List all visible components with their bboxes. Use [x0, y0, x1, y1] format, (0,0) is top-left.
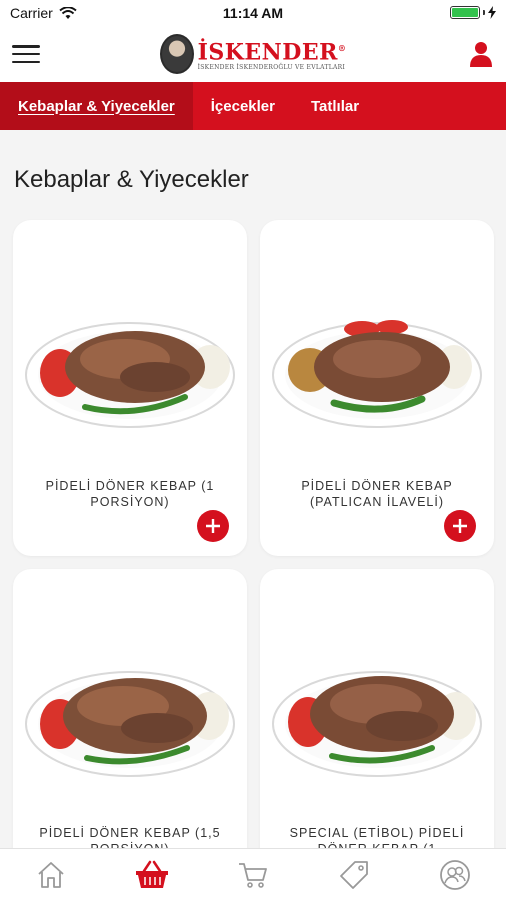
add-to-cart-button[interactable]: [197, 510, 229, 542]
battery-indicator: [450, 6, 496, 19]
product-name: PİDELİ DÖNER KEBAP (1 PORSİYON): [45, 479, 215, 509]
tag-icon: [340, 860, 369, 889]
menu-button[interactable]: [12, 43, 40, 65]
plus-icon: [453, 519, 467, 533]
add-to-cart-button[interactable]: [444, 510, 476, 542]
category-tabs: Kebaplar & Yiyecekler İçecekler Tatlılar: [0, 82, 506, 130]
nav-home[interactable]: [21, 855, 81, 895]
product-card[interactable]: PİDELİ DÖNER KEBAP (PATLICAN İLAVELİ): [260, 220, 494, 556]
wifi-icon: [59, 6, 77, 19]
app-header: İSKENDER® İSKENDER İSKENDEROĞLU VE EVLAT…: [0, 26, 506, 82]
basket-icon: [135, 860, 168, 888]
nav-cart[interactable]: [223, 855, 283, 895]
product-image: [272, 320, 482, 428]
brand-name: İSKENDER®: [197, 39, 347, 66]
product-image: [272, 671, 482, 777]
plus-icon: [206, 519, 220, 533]
founder-portrait: [159, 34, 194, 74]
tab-icecekler[interactable]: İçecekler: [193, 82, 293, 130]
charging-icon: [488, 6, 496, 19]
product-card[interactable]: PİDELİ DÖNER KEBAP (1 PORSİYON): [13, 220, 247, 556]
home-icon: [37, 861, 64, 888]
nav-support[interactable]: [425, 855, 485, 895]
product-name: PİDELİ DÖNER KEBAP (PATLICAN İLAVELİ): [301, 479, 453, 509]
product-image: [25, 322, 235, 428]
nav-basket[interactable]: [122, 855, 182, 895]
status-bar: Carrier 11:14 AM: [0, 0, 506, 26]
carrier-label: Carrier: [10, 5, 53, 21]
support-icon: [440, 859, 471, 890]
product-image: [25, 671, 235, 777]
brand-logo[interactable]: İSKENDER® İSKENDER İSKENDEROĞLU VE EVLAT…: [159, 34, 347, 74]
carrier-info: Carrier: [10, 5, 77, 21]
tab-tatlilar[interactable]: Tatlılar: [293, 82, 377, 130]
bottom-nav: [0, 848, 506, 900]
nav-offers[interactable]: [324, 855, 384, 895]
tab-kebaplar[interactable]: Kebaplar & Yiyecekler: [0, 82, 193, 130]
user-icon[interactable]: [468, 40, 494, 68]
battery-icon: [450, 6, 480, 19]
cart-icon: [238, 862, 267, 888]
brand-tagline: İSKENDER İSKENDEROĞLU VE EVLATLARI: [197, 64, 346, 72]
section-title: Kebaplar & Yiyecekler: [14, 166, 249, 193]
